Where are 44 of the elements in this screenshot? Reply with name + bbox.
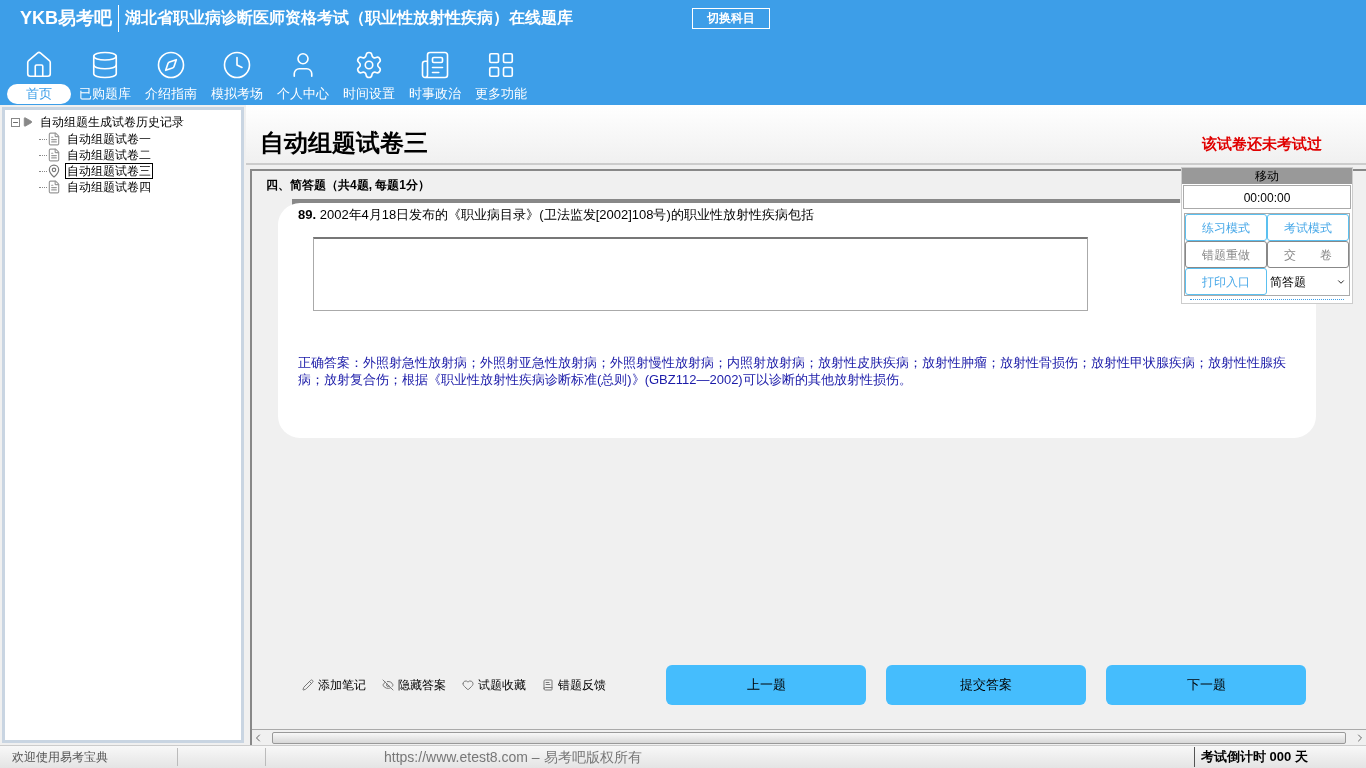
copyright-text: https://www.etest8.com – 易考吧版权所有 <box>383 747 643 767</box>
action-link[interactable]: 错题反馈 <box>542 676 606 694</box>
nav-button[interactable]: 提交答案 <box>886 665 1086 705</box>
paper-status: 该试卷还未考试过 <box>1202 133 1322 154</box>
move-handle[interactable]: 移动 <box>1182 168 1352 184</box>
scrollbar-thumb[interactable] <box>272 731 1346 744</box>
book-icon <box>542 679 554 691</box>
logo: YKB易考吧 <box>20 4 119 32</box>
file-pin-icon <box>47 164 61 178</box>
tree-item[interactable]: 自动组题试卷四 <box>65 178 153 196</box>
tree-root-item[interactable]: 自动组题生成试卷历史记录 <box>40 113 184 131</box>
app-title: 湖北省职业病诊断医师资格考试（职业性放射性疾病）在线题库 <box>124 8 574 28</box>
nav-button[interactable]: 下一题 <box>1106 665 1306 705</box>
grid-icon[interactable] <box>486 50 516 80</box>
tree-toggle-icon[interactable] <box>11 117 20 127</box>
database-icon[interactable] <box>90 50 120 80</box>
newspaper-icon[interactable] <box>420 50 450 80</box>
tree-item[interactable]: 自动组题试卷三 <box>65 163 153 179</box>
correct-answer: 正确答案：外照射急性放射病；外照射亚急性放射病；外照射慢性放射病；内照射放射病；放射性皮肤疾病；放射性肿瘤；放射性骨损伤；放射性甲状腺疾病；放射性性腺疾病；放射复合伤；根据《职业性放射性疾病诊断标准(总则)》(GBZ112—2002)可以诊断的其他放射性损伤。 <box>298 353 1287 388</box>
action-link[interactable]: 隐藏答案 <box>382 676 446 694</box>
tree-item[interactable]: 自动组题试卷二 <box>65 146 153 164</box>
file-icon <box>47 180 61 194</box>
home-icon[interactable] <box>24 50 54 80</box>
eye-off-icon <box>382 679 394 691</box>
exam-countdown: 考试倒计时 000 天 <box>1194 747 1308 767</box>
tree-item[interactable]: 自动组题试卷一 <box>65 130 153 148</box>
timer-display: 00:00:00 <box>1183 185 1351 209</box>
welcome-text: 欢迎使用易考宝典 <box>0 748 178 766</box>
pencil-icon <box>302 679 314 691</box>
file-icon <box>47 148 61 162</box>
tree-node-icon <box>23 117 33 127</box>
action-link[interactable]: 试题收藏 <box>462 676 526 694</box>
compass-icon[interactable] <box>156 50 186 80</box>
heart-icon <box>462 679 474 691</box>
settings-icon[interactable] <box>354 50 384 80</box>
nav-button[interactable]: 上一题 <box>666 665 866 705</box>
file-icon <box>47 132 61 146</box>
clock-icon[interactable] <box>222 50 252 80</box>
answer-field[interactable] <box>313 236 1088 311</box>
question-type-select[interactable]: 简答题 <box>1267 268 1349 295</box>
section-heading: 四、简答题（共4题, 每题1分） <box>265 177 431 194</box>
question-text: 89. 2002年4月18日发布的《职业病目录》(卫法监发[2002]108号)的职业性放射性疾病包括 <box>298 206 815 224</box>
paper-title: 自动组题试卷三 <box>260 128 428 158</box>
action-link[interactable]: 添加笔记 <box>302 676 366 694</box>
